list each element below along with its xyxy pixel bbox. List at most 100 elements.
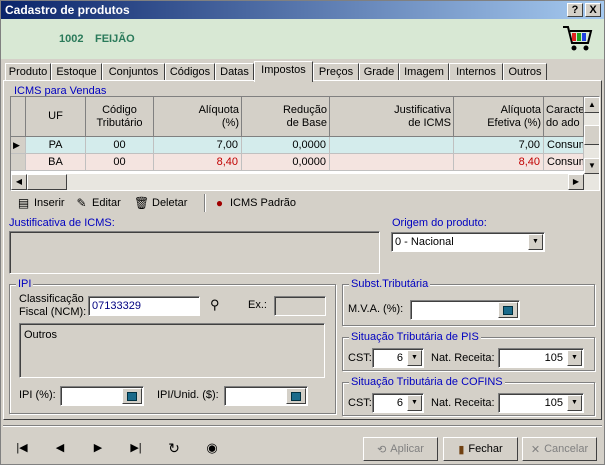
cofins-group: Situação Tributária de COFINS CST: 6 ▼ N… (342, 376, 595, 416)
product-code: 1002 (59, 33, 84, 45)
scroll-left-icon[interactable]: ◀ (11, 174, 27, 190)
fechar-button[interactable]: ▮ Fechar (443, 437, 518, 461)
calculator-icon[interactable] (498, 302, 518, 318)
table-row[interactable]: BA 00 8,40 0,0000 8,40 Consum (11, 154, 591, 171)
cell-efetiva[interactable]: 8,40 (454, 154, 544, 171)
insert-row-icon: ▤ (17, 195, 30, 210)
cell-uf[interactable]: BA (26, 154, 86, 171)
tab-impostos[interactable]: Impostos (254, 61, 313, 82)
scroll-up-icon[interactable]: ▲ (584, 97, 599, 113)
cell-justificativa[interactable] (330, 137, 454, 154)
calculator-icon[interactable] (286, 388, 306, 404)
cell-reducao[interactable]: 0,0000 (242, 154, 330, 171)
justificativa-label: Justificativa de ICMS: (9, 217, 115, 229)
chevron-down-icon[interactable]: ▼ (528, 234, 543, 250)
ncm-description: Outros (19, 323, 325, 378)
mva-label: M.V.A. (%): (348, 303, 404, 315)
icms-default-icon: ● (215, 195, 224, 210)
table-row[interactable]: ▶ PA 00 7,00 0,0000 7,00 Consum (11, 137, 591, 154)
tab-precos[interactable]: Preços (313, 63, 359, 81)
help-button[interactable]: ? (567, 3, 583, 17)
pis-cst-select[interactable]: 6 ▼ (372, 348, 424, 368)
origem-select[interactable]: 0 - Nacional ▼ (391, 232, 545, 252)
cell-justificativa[interactable] (330, 154, 454, 171)
col-aliquota-efetiva[interactable]: Alíquota Efetiva (%) (454, 97, 544, 137)
cell-aliquota[interactable]: 8,40 (154, 154, 242, 171)
ipi-pct-input[interactable] (60, 386, 144, 406)
last-record-icon[interactable]: ▶| (127, 439, 145, 457)
chevron-down-icon[interactable]: ▼ (407, 350, 422, 366)
ex-field[interactable] (274, 296, 326, 316)
vertical-scrollbar[interactable]: ▲ ▼ (584, 97, 599, 174)
first-record-icon[interactable]: |◀ (13, 439, 31, 457)
cell-efetiva[interactable]: 7,00 (454, 137, 544, 154)
scroll-right-icon[interactable]: ▶ (568, 174, 584, 190)
toolbar-separator (204, 194, 206, 212)
ipi-unid-label: IPI/Unid. ($): (157, 389, 219, 401)
deletar-button[interactable]: 🗑 Deletar (134, 194, 187, 212)
scroll-down-icon[interactable]: ▼ (584, 158, 599, 174)
window-title: Cadastro de produtos (5, 3, 130, 17)
ncm-input[interactable]: 07133329 (88, 296, 200, 316)
product-name: FEIJÃO (95, 33, 135, 45)
product-header: 1002 FEIJÃO (1, 19, 604, 59)
cell-caract[interactable]: Consum (544, 154, 584, 171)
col-justificativa[interactable]: Justificativa de ICMS (330, 97, 454, 137)
tab-produto[interactable]: Produto (5, 63, 51, 81)
inserir-button[interactable]: ▤ Inserir (16, 194, 65, 212)
icms-padrao-button[interactable]: ● ICMS Padrão (212, 194, 296, 212)
refresh-icon[interactable]: ↻ (165, 439, 183, 457)
next-record-icon[interactable]: ▶ (89, 439, 107, 457)
cofins-nat-select[interactable]: 105 ▼ (498, 393, 584, 413)
col-uf[interactable]: UF (26, 97, 86, 137)
cell-caract[interactable]: Consum (544, 137, 584, 154)
origem-label: Origem do produto: (392, 217, 487, 229)
col-caracteristica[interactable]: Caracte do ado (544, 97, 584, 137)
justificativa-field[interactable] (9, 231, 380, 274)
tab-imagem[interactable]: Imagem (399, 63, 449, 81)
ipi-title: IPI (16, 278, 34, 290)
tab-outros[interactable]: Outros (503, 63, 547, 81)
calculator-icon[interactable] (122, 388, 142, 404)
binoculars-icon[interactable]: ⚲ (210, 297, 220, 313)
grid-indicator-header (11, 97, 26, 137)
col-aliquota[interactable]: Alíquota (%) (154, 97, 242, 137)
ipi-unid-input[interactable] (224, 386, 308, 406)
tab-conjuntos[interactable]: Conjuntos (102, 63, 165, 81)
tab-estoque[interactable]: Estoque (51, 63, 102, 81)
pis-nat-select[interactable]: 105 ▼ (498, 348, 584, 368)
chevron-down-icon[interactable]: ▼ (407, 395, 422, 411)
horizontal-scrollbar[interactable]: ◀ ▶ (11, 174, 599, 190)
tab-internos[interactable]: Internos (449, 63, 503, 81)
col-codigo-tributario[interactable]: Código Tributário (86, 97, 154, 137)
tab-codigos[interactable]: Códigos (165, 63, 215, 81)
cofins-cst-select[interactable]: 6 ▼ (372, 393, 424, 413)
tab-grade[interactable]: Grade (359, 63, 399, 81)
record-dial-icon[interactable]: ◉ (203, 439, 221, 457)
cell-aliquota[interactable]: 7,00 (154, 137, 242, 154)
chevron-down-icon[interactable]: ▼ (567, 350, 582, 366)
col-reducao-base[interactable]: Redução de Base (242, 97, 330, 137)
footer-separator (3, 425, 602, 427)
cell-uf[interactable]: PA (26, 137, 86, 154)
tab-datas[interactable]: Datas (215, 63, 254, 81)
horizontal-scroll-thumb[interactable] (27, 174, 67, 190)
ipi-group: IPI Classificação Fiscal (NCM): 07133329… (9, 278, 336, 414)
cancelar-button[interactable]: ✕ Cancelar (522, 437, 597, 461)
close-button[interactable]: X (585, 3, 601, 17)
cadastro-window: Cadastro de produtos ? X 1002 FEIJÃO Pro… (0, 0, 605, 465)
cell-codigo[interactable]: 00 (86, 137, 154, 154)
impostos-panel: ICMS para Vendas UF Código Tributário Al… (3, 80, 602, 420)
title-bar: Cadastro de produtos ? X (1, 1, 604, 19)
pis-title: Situação Tributária de PIS (349, 331, 481, 343)
editar-button[interactable]: ✎ Editar (74, 194, 120, 212)
mva-input[interactable] (410, 300, 520, 320)
cell-codigo[interactable]: 00 (86, 154, 154, 171)
edit-icon: ✎ (76, 195, 87, 210)
vertical-scroll-thumb[interactable] (584, 125, 599, 145)
aplicar-button[interactable]: ⟲ Aplicar (363, 437, 438, 461)
previous-record-icon[interactable]: ◀ (51, 439, 69, 457)
cell-reducao[interactable]: 0,0000 (242, 137, 330, 154)
ex-label: Ex.: (248, 299, 267, 311)
chevron-down-icon[interactable]: ▼ (567, 395, 582, 411)
